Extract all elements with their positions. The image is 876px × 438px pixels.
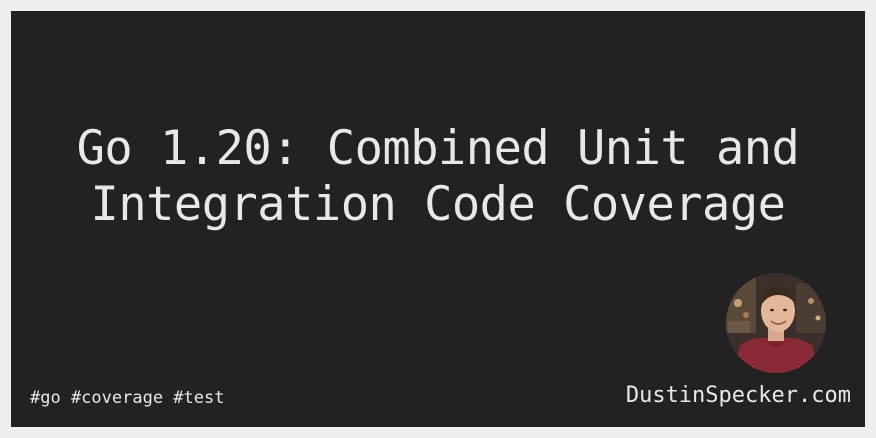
avatar-portrait-icon [726, 273, 826, 373]
social-card: Go 1.20: Combined Unit and Integration C… [11, 11, 865, 427]
author-avatar [726, 273, 826, 373]
post-title-line-1: Go 1.20: Combined Unit and [76, 121, 800, 176]
post-title: Go 1.20: Combined Unit and Integration C… [11, 121, 865, 233]
post-tags: #go #coverage #test [30, 388, 225, 408]
site-domain: DustinSpecker.com [625, 383, 851, 408]
post-title-line-2: Integration Code Coverage [90, 177, 786, 232]
